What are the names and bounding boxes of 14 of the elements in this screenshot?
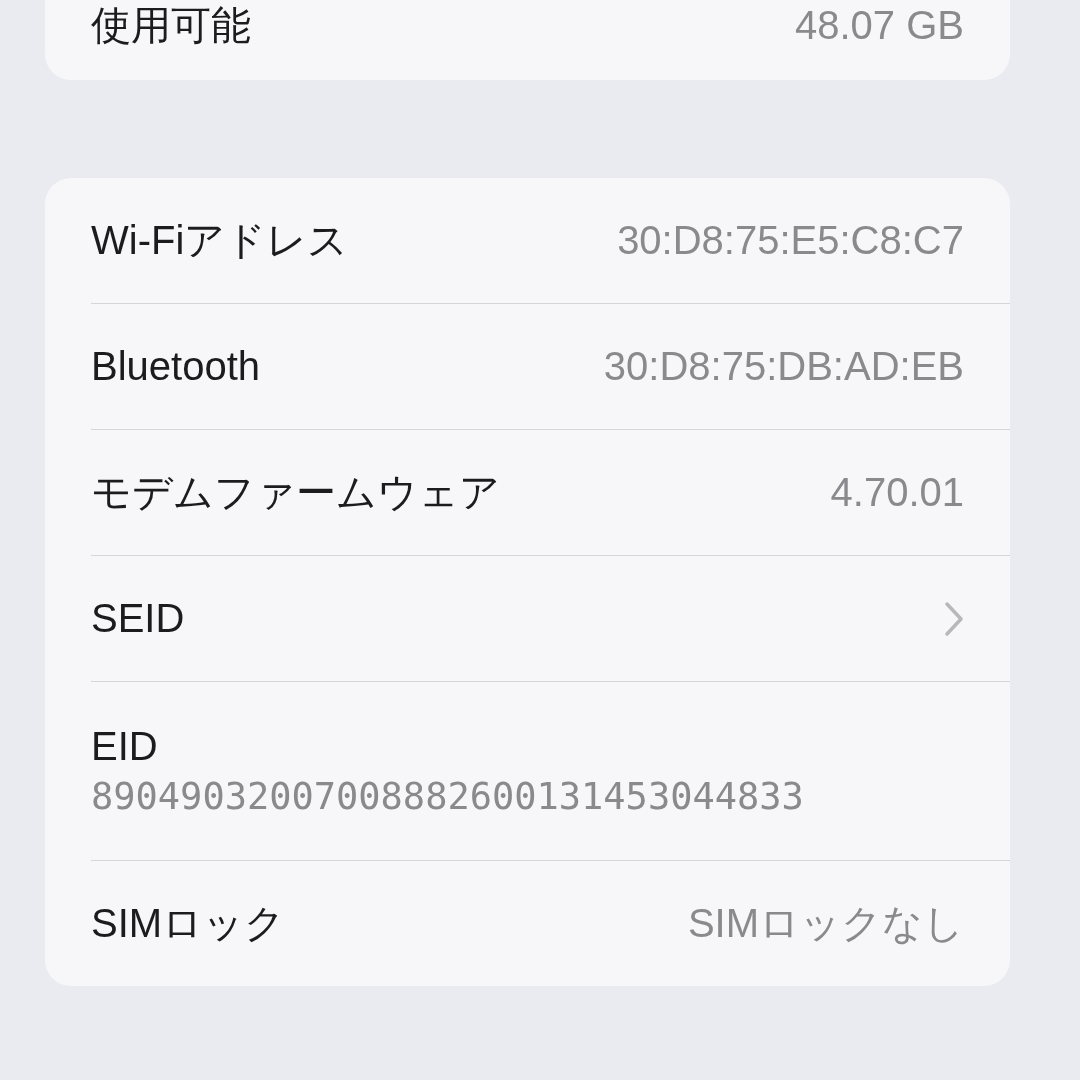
- row-value: 30:D8:75:DB:AD:EB: [603, 344, 964, 389]
- row-label: 使用可能: [91, 1, 251, 49]
- row-value: 48.07 GB: [795, 2, 964, 48]
- row-label[interactable]: SEID: [91, 596, 185, 641]
- row-value: 30:D8:75:E5:C8:C7: [617, 218, 964, 263]
- row-label: SIMロック: [91, 900, 286, 947]
- row-value: SIMロックなし: [687, 900, 964, 947]
- chevron-icon: [944, 600, 964, 637]
- row-label: モデムファームウェア: [91, 469, 500, 516]
- row-value: 4.70.01: [830, 470, 964, 515]
- row-label: EID: [91, 724, 159, 769]
- row-label: Wi-Fiアドレス: [91, 217, 349, 264]
- row-label: Bluetooth: [91, 344, 261, 389]
- row-value: 89049032007008882600131453044833: [91, 775, 805, 818]
